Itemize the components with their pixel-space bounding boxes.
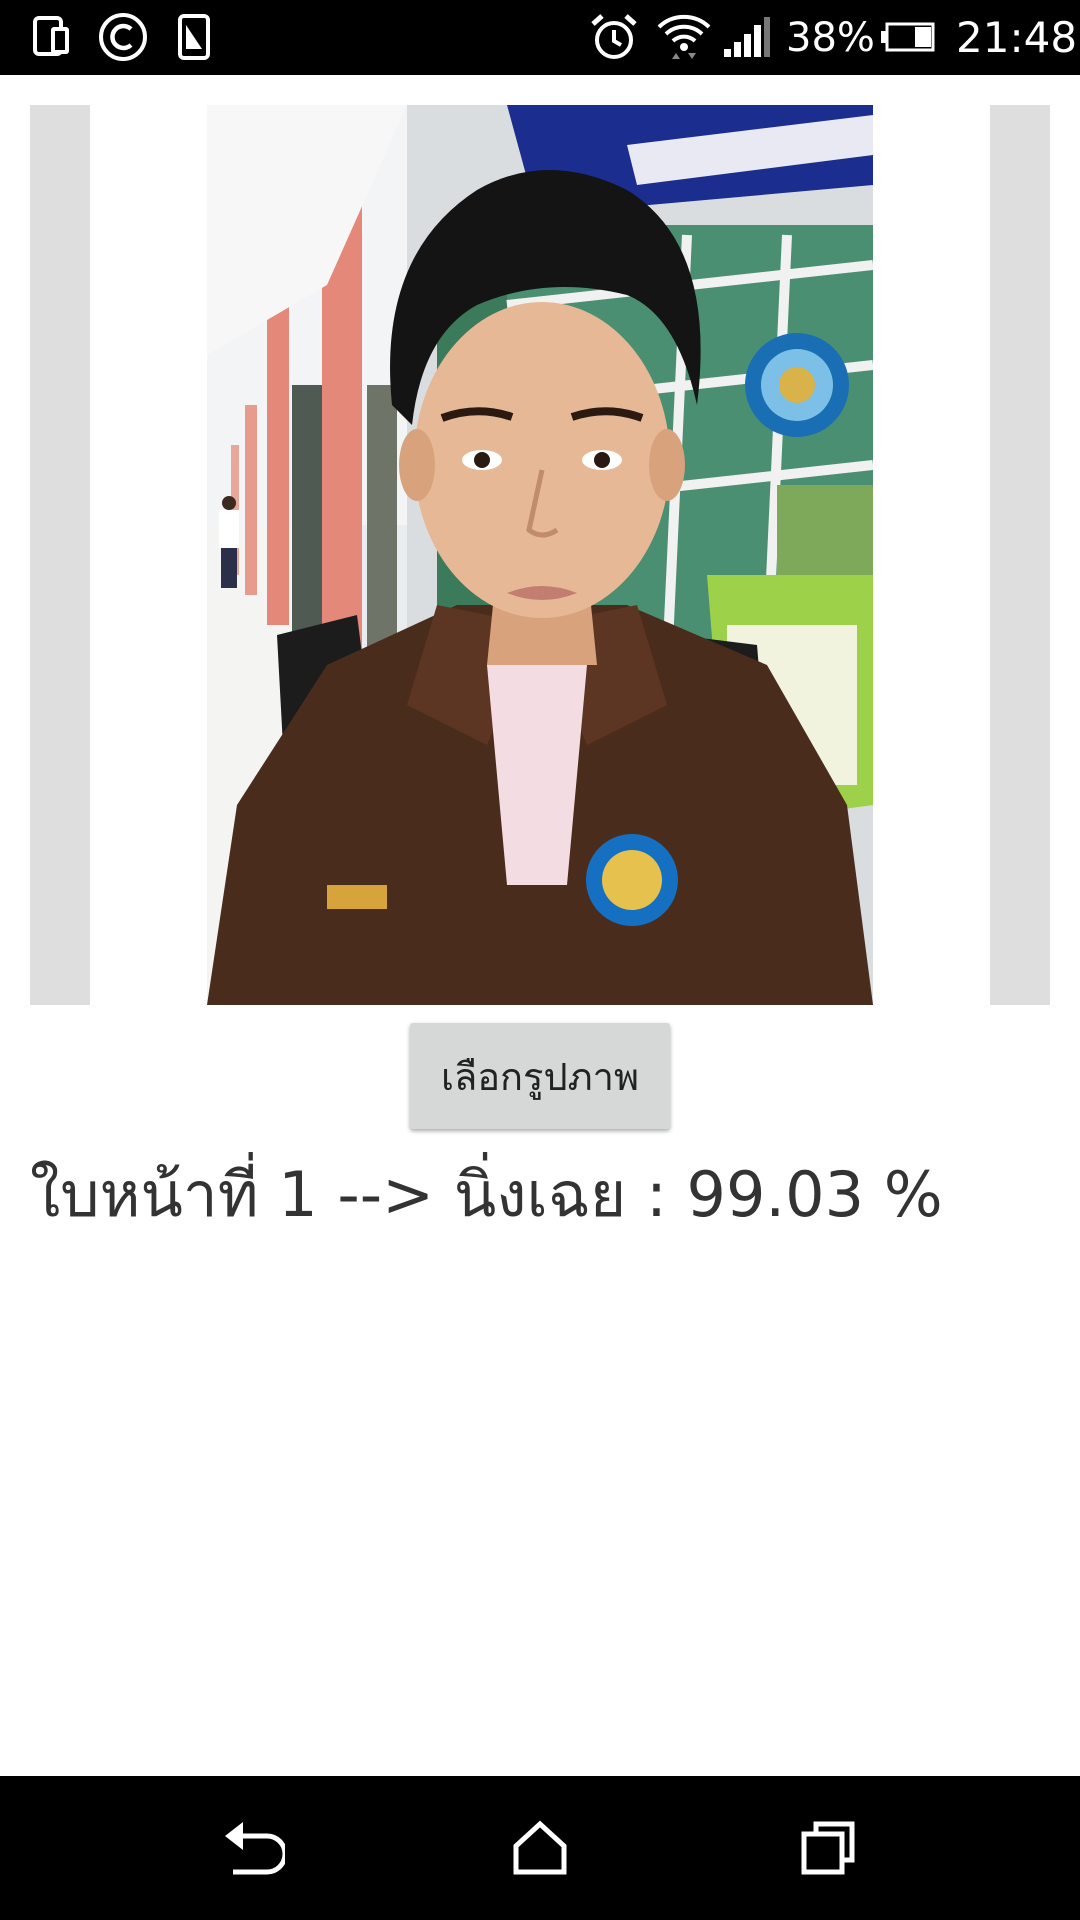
selfie-photo-illustration xyxy=(207,105,873,1005)
status-bar: 38% 21:48 xyxy=(0,0,1080,75)
navigation-bar xyxy=(0,1776,1080,1920)
face-emotion-result: ใบหน้าที่ 1 --> นิ่งเฉย : 99.03 % xyxy=(30,1158,943,1231)
screen: 38% 21:48 เลือกรูปภาพ ใบหน้าที่ 1 --> นิ… xyxy=(0,0,1080,1920)
image-preview-left-padding xyxy=(30,105,90,1005)
pick-image-button[interactable]: เลือกรูปภาพ xyxy=(410,1023,670,1129)
alarm-icon xyxy=(588,12,640,62)
battery-percent: 38% xyxy=(786,15,875,61)
image-preview-container xyxy=(30,105,1050,1005)
copyright-icon xyxy=(96,12,150,62)
sim-card-icon xyxy=(30,12,74,62)
recents-icon[interactable] xyxy=(788,1808,868,1888)
screenshot-icon xyxy=(176,12,212,62)
signal-icon xyxy=(722,12,772,62)
home-icon[interactable] xyxy=(500,1808,580,1888)
battery-icon xyxy=(878,12,938,62)
clock-time: 21:48 xyxy=(956,13,1078,62)
back-icon[interactable] xyxy=(213,1808,293,1888)
image-preview-right-padding xyxy=(990,105,1050,1005)
wifi-icon xyxy=(656,12,712,62)
selected-photo xyxy=(207,105,873,1005)
